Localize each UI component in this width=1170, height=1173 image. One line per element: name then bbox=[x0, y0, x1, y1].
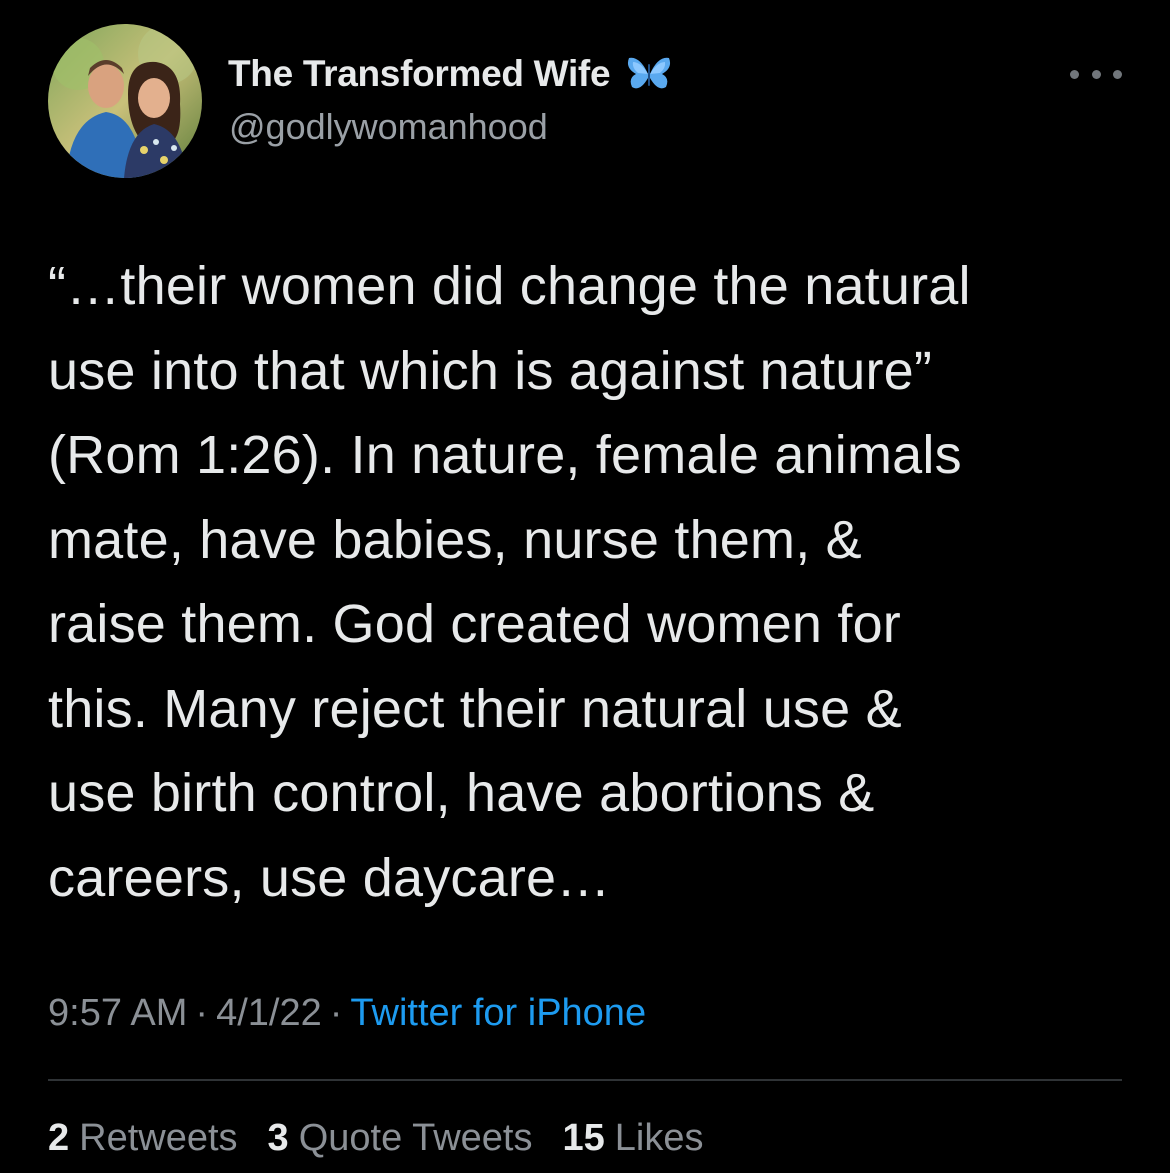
more-dot bbox=[1091, 69, 1101, 79]
avatar[interactable] bbox=[48, 24, 202, 178]
retweets-count: 2 bbox=[48, 1117, 70, 1159]
quote-tweets-count: 3 bbox=[267, 1117, 289, 1159]
more-dot bbox=[1070, 69, 1079, 79]
more-dot bbox=[1113, 69, 1122, 79]
retweets-label: Retweets bbox=[79, 1117, 238, 1159]
author-name-row: The Transformed Wife bbox=[228, 50, 672, 98]
profile-photo bbox=[48, 24, 202, 178]
tweet-meta: 9:57 AM · 4/1/22 · Twitter for iPhone bbox=[48, 992, 646, 1035]
quote-tweets-label: Quote Tweets bbox=[298, 1117, 533, 1159]
tweet-date[interactable]: 4/1/22 bbox=[216, 992, 322, 1034]
tweet-line: use birth control, have abortions & bbox=[48, 763, 875, 823]
tweet-text: “…their women did change the natural use… bbox=[48, 244, 1138, 920]
tweet-line: “…their women did change the natural bbox=[48, 256, 971, 316]
tweet: The Transformed Wife @godlywomanhood “…t… bbox=[0, 0, 1170, 1173]
engagement-stats: 2 Retweets 3 Quote Tweets 15 Likes bbox=[48, 1117, 733, 1160]
tweet-line: raise them. God created women for bbox=[48, 594, 901, 654]
display-name[interactable]: The Transformed Wife bbox=[228, 53, 611, 95]
tweet-time[interactable]: 9:57 AM bbox=[48, 992, 187, 1034]
divider bbox=[48, 1079, 1122, 1081]
meta-separator: · bbox=[195, 992, 209, 1034]
likes-label: Likes bbox=[614, 1117, 704, 1159]
tweet-line: mate, have babies, nurse them, & bbox=[48, 509, 862, 570]
tweet-line: (Rom 1:26). In nature, female animals bbox=[48, 425, 962, 485]
retweets-stat[interactable]: 2 Retweets bbox=[48, 1117, 238, 1160]
author-handle[interactable]: @godlywomanhood bbox=[229, 106, 548, 148]
tweet-line: careers, use daycare… bbox=[48, 847, 611, 908]
tweet-line: this. Many reject their natural use & bbox=[48, 678, 902, 739]
more-options-icon[interactable] bbox=[1070, 58, 1122, 90]
butterfly-icon bbox=[626, 54, 672, 94]
tweet-source-link[interactable]: Twitter for iPhone bbox=[350, 992, 646, 1034]
quote-tweets-stat[interactable]: 3 Quote Tweets bbox=[268, 1117, 533, 1160]
meta-separator: · bbox=[329, 992, 343, 1034]
tweet-line: use into that which is against nature” bbox=[48, 340, 933, 401]
likes-count: 15 bbox=[562, 1117, 605, 1159]
likes-stat[interactable]: 15 Likes bbox=[562, 1117, 703, 1160]
